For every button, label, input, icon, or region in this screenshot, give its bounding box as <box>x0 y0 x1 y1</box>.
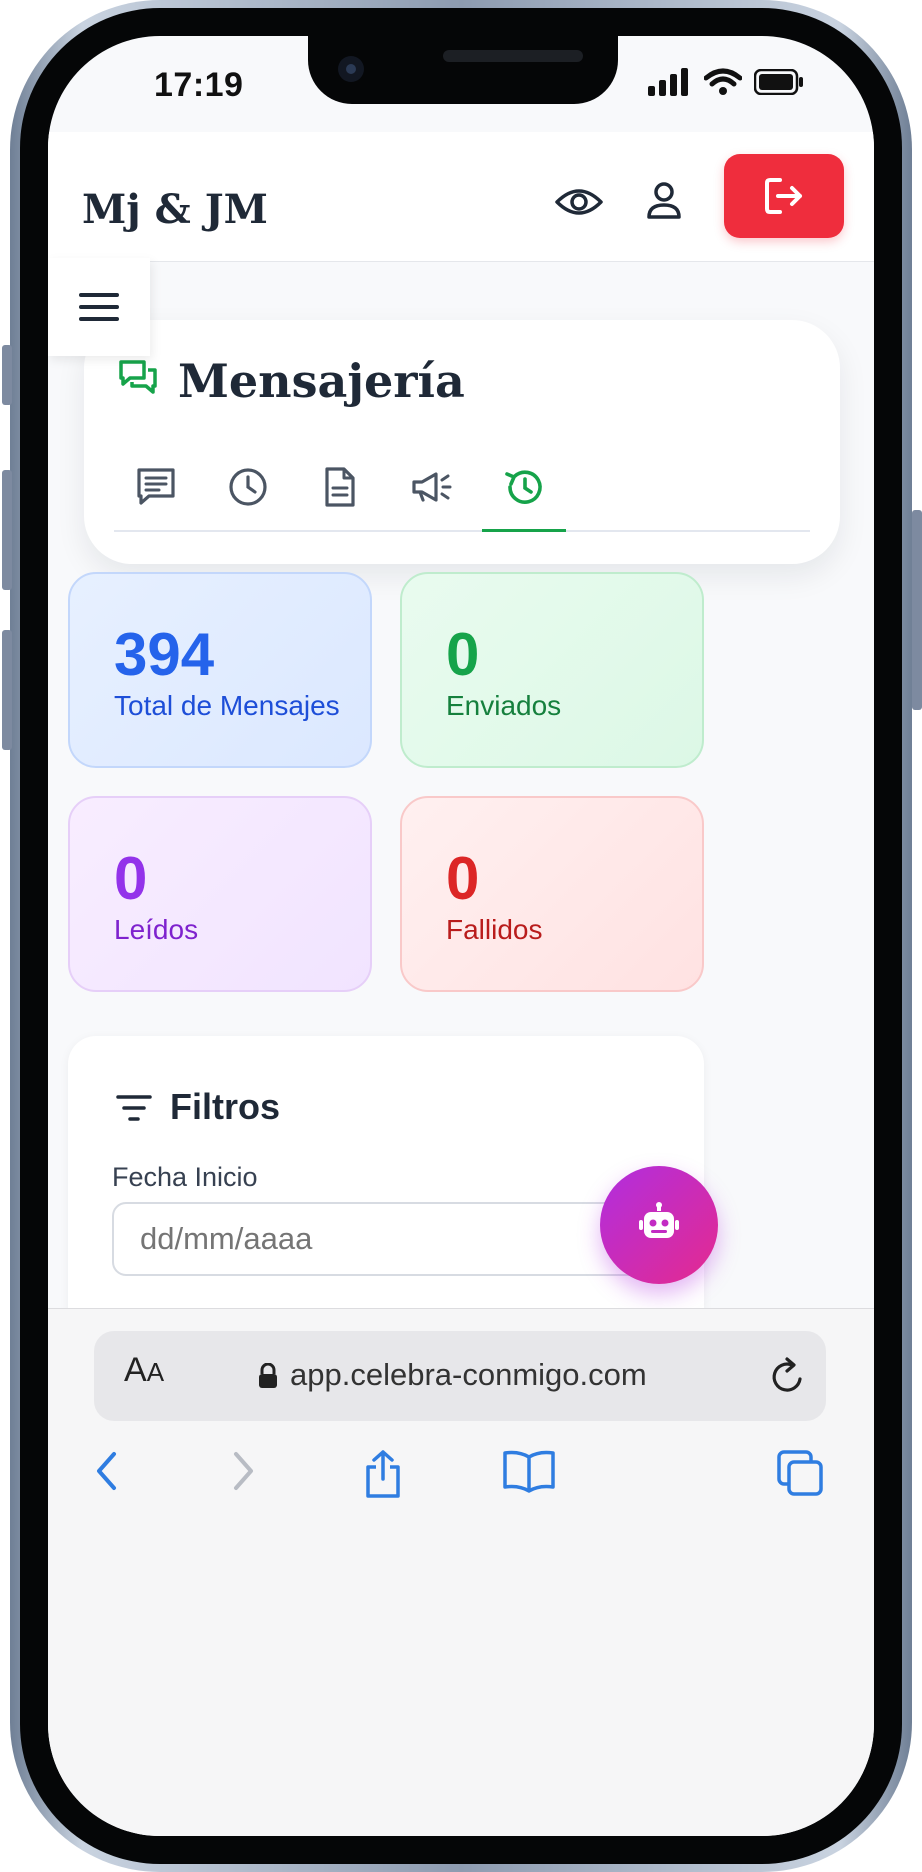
bookmarks-button[interactable] <box>502 1449 556 1498</box>
stat-sent-label: Enviados <box>446 690 562 721</box>
tab-history[interactable] <box>482 466 566 532</box>
chat-bubbles-icon <box>118 358 158 403</box>
back-button[interactable] <box>92 1449 122 1498</box>
stat-card-sent: 0 Enviados <box>400 572 704 768</box>
sidebar-toggle-button[interactable] <box>48 258 150 356</box>
signal-icon <box>648 68 688 96</box>
browser-nav-bar <box>48 1449 874 1529</box>
page-title: Mensajería <box>178 354 465 408</box>
tabs-button[interactable] <box>776 1449 824 1502</box>
filter-icon <box>116 1094 152 1127</box>
stat-read-label: Leídos <box>114 914 199 945</box>
robot-icon <box>639 1202 679 1238</box>
stat-failed-value: 0 <box>446 845 480 912</box>
book-icon <box>503 1450 555 1493</box>
status-icons <box>648 68 804 96</box>
aa-small: A <box>146 1357 165 1387</box>
phone-volume-down <box>2 630 12 750</box>
hamburger-menu-icon <box>79 293 119 321</box>
tab-scheduled[interactable] <box>206 466 290 530</box>
reload-button[interactable] <box>768 1355 808 1402</box>
phone-mute-switch <box>2 345 12 405</box>
share-icon <box>366 1450 400 1498</box>
reload-icon <box>772 1357 802 1392</box>
messaging-tabs <box>114 450 810 532</box>
url-text: app.celebra-conmigo.com <box>290 1357 647 1392</box>
clock-icon <box>229 468 267 506</box>
preview-eye-button[interactable] <box>554 184 604 225</box>
address-bar[interactable]: AA app.celebra-conmigo.com <box>94 1331 826 1421</box>
stat-read-value: 0 <box>114 845 148 912</box>
stat-card-read: 0 Leídos <box>68 796 372 992</box>
stat-total-value: 394 <box>114 621 215 688</box>
profile-button[interactable] <box>644 180 684 225</box>
browser-toolbar: AA app.celebra-conmigo.com <box>48 1308 874 1836</box>
megaphone-icon <box>412 472 452 502</box>
document-icon <box>325 467 355 507</box>
filters-title: Filtros <box>170 1086 281 1127</box>
tab-templates[interactable] <box>298 466 382 530</box>
battery-icon <box>754 69 803 95</box>
tab-campaigns[interactable] <box>390 466 474 530</box>
logout-button[interactable] <box>724 154 844 238</box>
phone-power-button <box>912 510 922 710</box>
share-button[interactable] <box>362 1449 404 1504</box>
status-time: 17:19 <box>154 66 244 104</box>
brand-logo[interactable]: Mj & JM <box>82 186 268 233</box>
chevron-left-icon <box>97 1452 116 1490</box>
start-date-label: Fecha Inicio <box>112 1162 258 1192</box>
lock-icon <box>258 1362 278 1394</box>
assistant-bot-button[interactable] <box>600 1166 718 1284</box>
stat-card-total: 394 Total de Mensajes <box>68 572 372 768</box>
tab-messages[interactable] <box>114 466 198 530</box>
stat-card-failed: 0 Fallidos <box>400 796 704 992</box>
stat-sent-value: 0 <box>446 621 480 688</box>
user-icon <box>647 182 681 219</box>
phone-volume-up <box>2 470 12 590</box>
speaker-grille <box>443 50 583 62</box>
front-camera <box>338 56 364 82</box>
tabs-icon <box>777 1450 823 1496</box>
stat-total-label: Total de Mensajes <box>114 690 340 721</box>
eye-icon <box>555 189 603 215</box>
screen: 17:19 Mj & JM Mensajería 394 Total de Me… <box>48 36 874 1836</box>
history-icon <box>505 470 542 504</box>
reader-settings-button[interactable]: AA <box>124 1351 164 1390</box>
chevron-right-icon <box>234 1452 253 1490</box>
message-square-icon <box>137 468 175 505</box>
messaging-title-card: Mensajería <box>84 320 840 564</box>
aa-large: A <box>124 1351 147 1389</box>
forward-button[interactable] <box>228 1449 258 1498</box>
start-date-input[interactable] <box>112 1202 660 1276</box>
wifi-icon <box>704 68 742 95</box>
logout-icon <box>765 178 802 214</box>
stat-failed-label: Fallidos <box>446 914 543 945</box>
